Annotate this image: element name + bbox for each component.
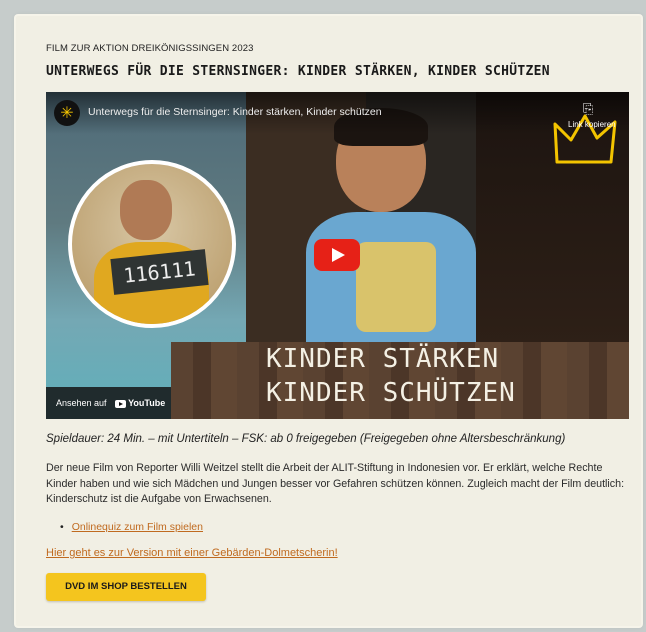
child-figure: [306, 108, 476, 347]
page-title: UNTERWEGS FÜR DIE STERNSINGER: KINDER ST…: [46, 64, 550, 79]
overlay-line-2: KINDER SCHÜTZEN: [266, 378, 516, 408]
channel-logo-icon[interactable]: ✳: [54, 100, 80, 126]
crown-icon: [553, 114, 617, 164]
watch-on-label: Ansehen auf: [56, 398, 107, 408]
video-overlay-text: KINDER STÄRKEN KINDER SCHÜTZEN: [266, 342, 516, 410]
share-label[interactable]: Link kopieren: [568, 120, 616, 129]
list-item: • Onlinequiz zum Film spielen: [60, 521, 203, 533]
video-title[interactable]: Unterwegs für die Sternsinger: Kinder st…: [88, 106, 382, 118]
film-meta: Spieldauer: 24 Min. – mit Untertiteln – …: [46, 433, 566, 445]
bullet-dot: •: [60, 521, 64, 533]
play-button[interactable]: [314, 239, 360, 271]
film-description: Der neue Film von Reporter Willi Weitzel…: [46, 462, 625, 505]
sign-language-link[interactable]: Hier geht es zur Version mit einer Gebär…: [46, 547, 338, 559]
youtube-logo-icon: YouTube: [115, 387, 165, 419]
quiz-link[interactable]: Onlinequiz zum Film spielen: [72, 521, 203, 533]
video-player[interactable]: KINDER STÄRKEN KINDER SCHÜTZEN 116111 ✳ …: [46, 92, 629, 419]
order-dvd-button[interactable]: DVD IM SHOP BESTELLEN: [46, 573, 206, 601]
overlay-line-1: KINDER STÄRKEN: [266, 344, 500, 374]
reporter-portrait: 116111: [68, 160, 236, 328]
watch-on-youtube-button[interactable]: Ansehen auf YouTube: [46, 387, 171, 419]
share-icon[interactable]: ⎘: [583, 102, 603, 117]
kicker-label: FILM ZUR AKTION DREIKÖNIGSSINGEN 2023: [46, 43, 254, 54]
